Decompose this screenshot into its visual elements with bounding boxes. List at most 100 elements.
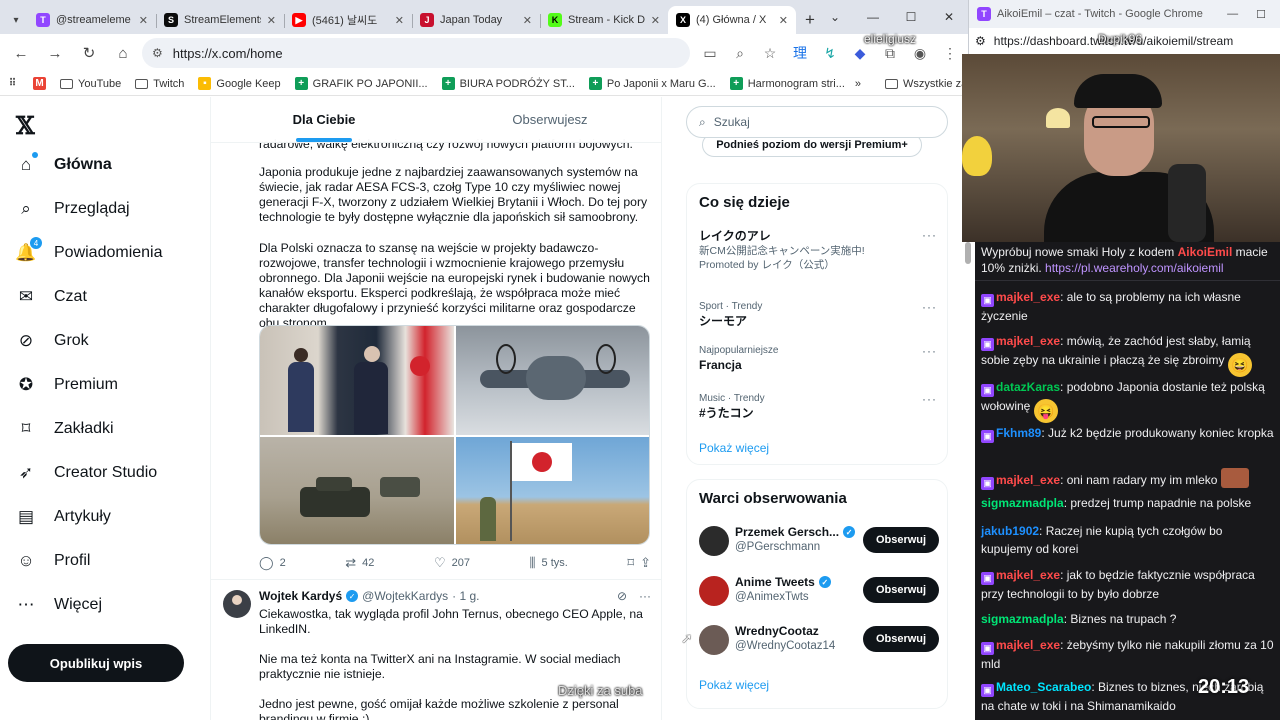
x-logo-icon[interactable]: 𝕏 bbox=[16, 111, 35, 140]
search-input[interactable]: ⌕ Szukaj bbox=[686, 106, 948, 138]
close-tab-icon[interactable]: ✕ bbox=[267, 14, 276, 27]
bookmark-item[interactable]: YouTube bbox=[60, 78, 121, 90]
tab-for-you[interactable]: Dla Ciebie bbox=[211, 97, 437, 142]
share-icon[interactable]: ⇪ bbox=[640, 555, 651, 571]
promo-link[interactable]: https://pl.weareholy.com/aikoiemil bbox=[1045, 261, 1224, 275]
follow-suggestion[interactable]: Przemek Gersch... ✓ @PGerschmann Obserwuj bbox=[699, 522, 939, 558]
zoom-icon[interactable]: ⌕ bbox=[728, 41, 752, 65]
reply-button[interactable]: ◯ 2 bbox=[259, 555, 286, 571]
bookmark-item[interactable]: + Po Japonii x Maru G... bbox=[588, 77, 716, 90]
nav-item-bookmark[interactable]: ⌑ Zakładki bbox=[16, 419, 114, 439]
tab-search-dropdown[interactable]: ▾ bbox=[4, 6, 28, 34]
chat-username[interactable]: Fkhm89 bbox=[996, 426, 1041, 440]
trend-more-icon[interactable]: ··· bbox=[922, 300, 937, 314]
chat-username[interactable]: majkel_exe bbox=[996, 568, 1060, 582]
browser-tab[interactable]: J Japan Today ✕ bbox=[412, 6, 540, 34]
suggestion-name[interactable]: Przemek Gersch... ✓ bbox=[735, 525, 856, 539]
trend-more-icon[interactable]: ··· bbox=[922, 228, 937, 242]
tab-list-icon[interactable]: ⌄ bbox=[816, 0, 854, 34]
show-more-follow-link[interactable]: Pokaż więcej bbox=[699, 678, 769, 692]
like-button[interactable]: ♡ 207 bbox=[434, 555, 470, 571]
chat-minimize-button[interactable]: — bbox=[1227, 8, 1238, 21]
browser-tab[interactable]: T @streameleme ✕ bbox=[28, 6, 156, 34]
bookmark-item[interactable]: + GRAFIK PO JAPONII... bbox=[294, 77, 428, 90]
post-button[interactable]: Opublikuj wpis bbox=[8, 644, 184, 682]
trend-item[interactable]: Music · Trendy #うたコン ··· bbox=[699, 392, 937, 421]
tab-following[interactable]: Obserwujesz bbox=[437, 97, 661, 142]
chat-username[interactable]: Mateo_Scarabeo bbox=[996, 680, 1091, 694]
home-button[interactable]: ⌂ bbox=[108, 38, 138, 68]
address-bar[interactable]: ⚙ https://x.com/home bbox=[142, 38, 690, 68]
avatar[interactable] bbox=[223, 590, 251, 618]
nav-item-more[interactable]: ⋯ Więcej bbox=[16, 595, 103, 615]
post-media-grid[interactable] bbox=[259, 325, 650, 545]
author-handle[interactable]: @WojtekKardys bbox=[362, 589, 448, 603]
nav-item-premium[interactable]: ✪ Premium bbox=[16, 375, 118, 395]
extension-icon[interactable]: ↯ bbox=[818, 41, 842, 65]
chat-username[interactable]: majkel_exe bbox=[996, 290, 1060, 304]
bookmark-icon[interactable]: ⌑ bbox=[627, 555, 634, 571]
nav-item-bell[interactable]: 🔔 4 Powiadomienia bbox=[15, 237, 163, 263]
follow-button[interactable]: Obserwuj bbox=[863, 577, 939, 603]
chat-username[interactable]: datazKaras bbox=[996, 380, 1060, 394]
avatar[interactable] bbox=[699, 625, 729, 655]
browser-tab[interactable]: S StreamElements ✕ bbox=[156, 6, 284, 34]
follow-suggestion[interactable]: WrednyCootaz @WrednyCootaz14 Obserwuj bbox=[699, 621, 939, 657]
tune-icon[interactable]: ⚙ bbox=[975, 34, 986, 48]
back-button[interactable]: ← bbox=[6, 38, 36, 68]
bookmark-item[interactable]: + BIURA PODRÓŻY ST... bbox=[441, 77, 575, 90]
nav-item-home[interactable]: ⌂ Główna bbox=[16, 152, 112, 175]
repost-button[interactable]: ⇄ 42 bbox=[345, 555, 374, 571]
trend-item[interactable]: Najpopularniejsze Francja ··· bbox=[699, 344, 937, 373]
media-photo-seaplane[interactable] bbox=[456, 326, 649, 435]
bookmark-item[interactable]: ⠿ bbox=[6, 77, 19, 90]
suggestion-name[interactable]: WrednyCootaz bbox=[735, 624, 819, 638]
author-name[interactable]: Wojtek Kardyś bbox=[259, 589, 342, 603]
translate-extension-icon[interactable]: 理 bbox=[788, 41, 812, 65]
chat-username[interactable]: jakub1902 bbox=[981, 524, 1039, 538]
chat-maximize-button[interactable]: ☐ bbox=[1256, 8, 1266, 21]
grok-icon[interactable]: ⊘ bbox=[617, 589, 627, 603]
chat-username[interactable]: sigmazmadpla bbox=[981, 612, 1064, 626]
minimize-button[interactable]: — bbox=[854, 0, 892, 34]
avatar[interactable] bbox=[699, 526, 729, 556]
chat-scrollbar[interactable] bbox=[965, 242, 971, 264]
nav-item-profile[interactable]: ☺ Profil bbox=[16, 551, 90, 571]
star-icon[interactable]: ☆ bbox=[758, 41, 782, 65]
close-tab-icon[interactable]: ✕ bbox=[139, 14, 148, 27]
maximize-button[interactable]: ☐ bbox=[892, 0, 930, 34]
follow-button[interactable]: Obserwuj bbox=[863, 527, 939, 553]
trend-item[interactable]: Sport · Trendy シーモア ··· bbox=[699, 300, 937, 329]
close-tab-icon[interactable]: ✕ bbox=[395, 14, 404, 27]
chat-username[interactable]: sigmazmadpla bbox=[981, 496, 1064, 510]
close-tab-icon[interactable]: ✕ bbox=[651, 14, 660, 27]
media-photo-officials[interactable] bbox=[260, 326, 454, 435]
browser-tab[interactable]: K Stream - Kick D ✕ bbox=[540, 6, 668, 34]
chat-username[interactable]: majkel_exe bbox=[996, 334, 1060, 348]
bookmark-item[interactable]: M bbox=[33, 77, 46, 90]
chat-username[interactable]: majkel_exe bbox=[996, 638, 1060, 652]
close-tab-icon[interactable]: ✕ bbox=[523, 14, 532, 27]
nav-item-search[interactable]: ⌕ Przeglądaj bbox=[16, 199, 129, 219]
media-photo-tanks[interactable] bbox=[260, 437, 454, 544]
all-bookmarks-folder[interactable]: Wszystkie zakładki bbox=[885, 78, 968, 90]
media-photo-flag[interactable] bbox=[456, 437, 649, 544]
bookmark-item[interactable]: ▪ Google Keep bbox=[198, 77, 281, 90]
chat-username[interactable]: majkel_exe bbox=[996, 473, 1060, 487]
bookmark-item[interactable]: Twitch bbox=[135, 78, 184, 90]
browser-menu-icon[interactable]: ⋮ bbox=[938, 41, 962, 65]
more-options-icon[interactable]: ··· bbox=[639, 589, 651, 603]
trend-more-icon[interactable]: ··· bbox=[922, 344, 937, 358]
browser-tab[interactable]: X (4) Główna / X ✕ bbox=[668, 6, 796, 34]
browser-tab[interactable]: ▶ (5461) 날씨도 ✕ bbox=[284, 6, 412, 34]
more-bookmarks-icon[interactable]: » bbox=[855, 78, 861, 90]
nav-item-rocket[interactable]: ➶ Creator Studio bbox=[16, 463, 157, 483]
nav-item-chat[interactable]: ✉ Czat bbox=[16, 287, 87, 307]
suggestion-name[interactable]: Anime Tweets ✓ bbox=[735, 575, 831, 589]
cast-icon[interactable]: ▭ bbox=[698, 41, 722, 65]
views-button[interactable]: ⫼ 5 tys. bbox=[530, 555, 568, 571]
follow-suggestion[interactable]: Anime Tweets ✓ @AnimexTwts Obserwuj bbox=[699, 572, 939, 608]
close-tab-icon[interactable]: ✕ bbox=[779, 14, 788, 27]
bookmark-item[interactable]: + Harmonogram stri... bbox=[729, 77, 845, 90]
post-time[interactable]: · 1 g. bbox=[452, 589, 479, 603]
